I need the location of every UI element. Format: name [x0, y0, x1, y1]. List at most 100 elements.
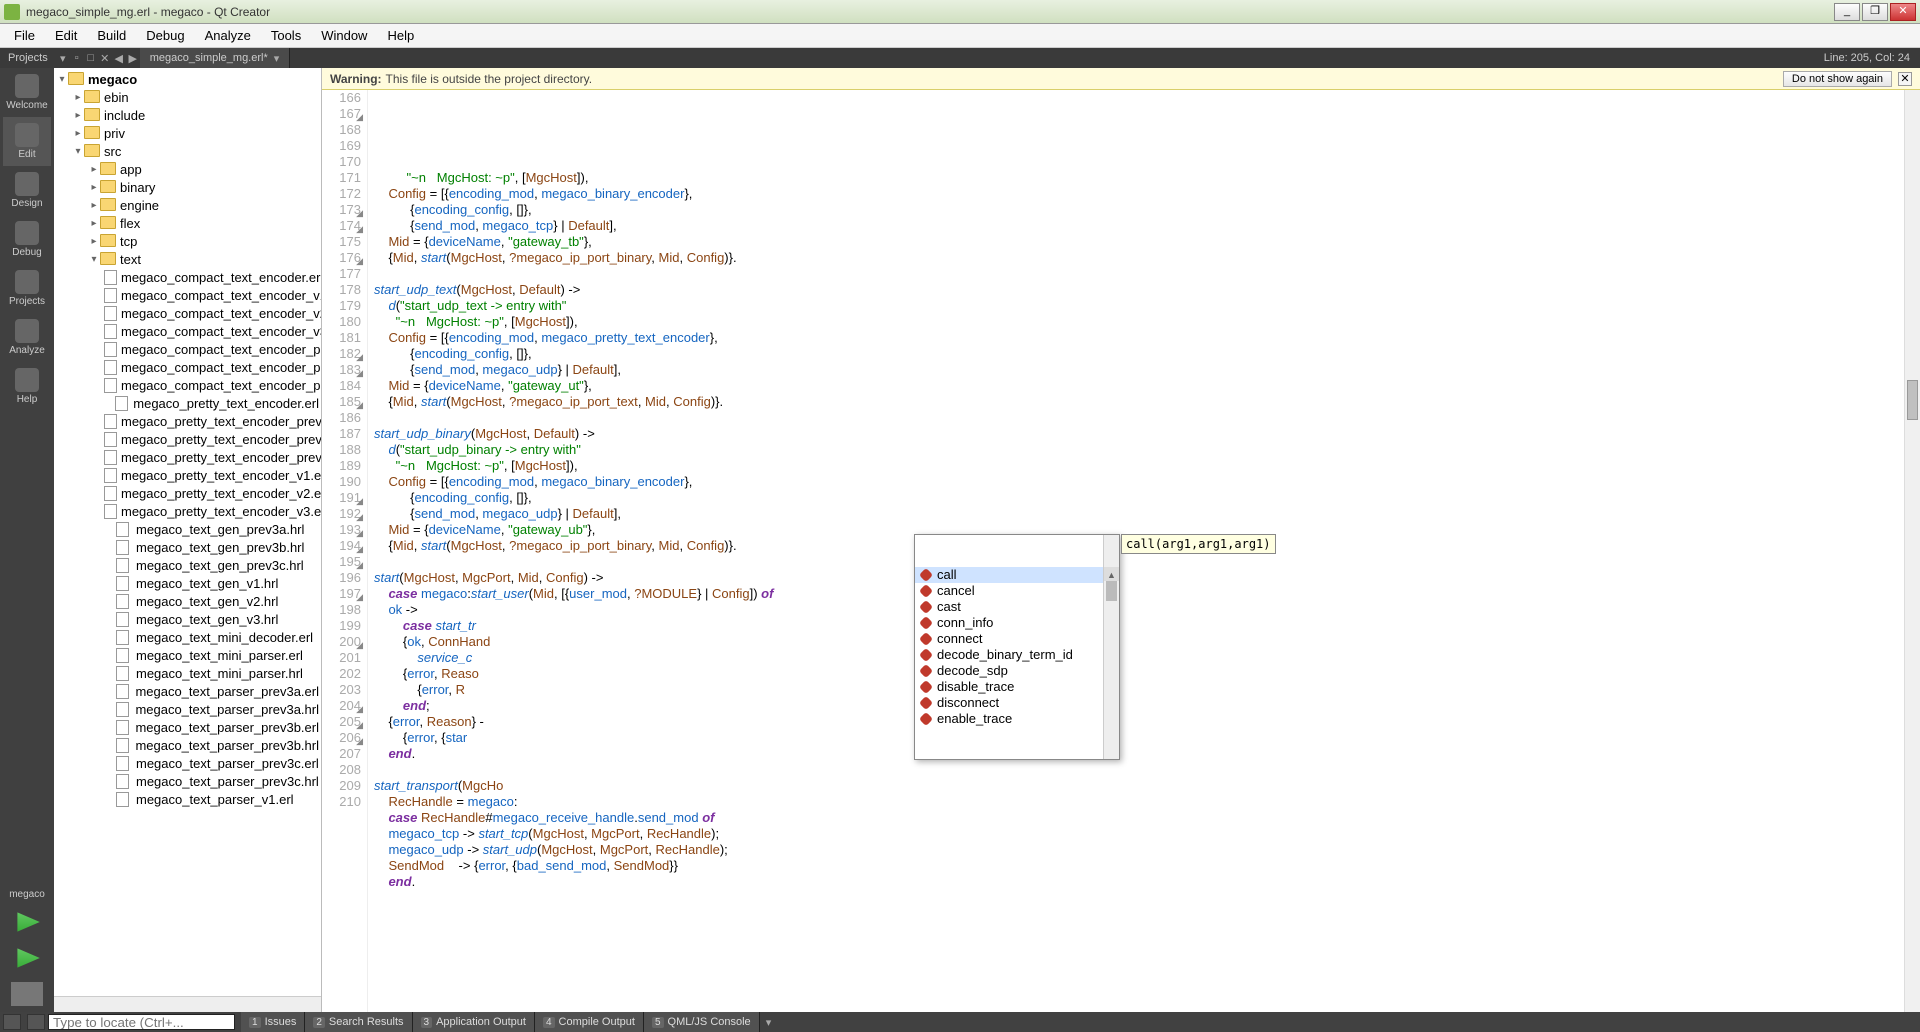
tree-folder[interactable]: ▾src	[54, 142, 321, 160]
completion-item[interactable]: cancel	[915, 583, 1119, 599]
completion-item[interactable]: disable_trace	[915, 679, 1119, 695]
tree-file[interactable]: megaco_text_mini_decoder.erl	[54, 628, 321, 646]
code-editor[interactable]: 166167◢168169170171172173◢174◢175176◢177…	[322, 90, 1920, 1012]
tree-file[interactable]: megaco_text_parser_prev3a.erl	[54, 682, 321, 700]
project-tree[interactable]: ▾megaco▸ebin▸include▸priv▾src▸app▸binary…	[54, 68, 321, 996]
pane-dropdown-icon[interactable]: ▾	[56, 52, 70, 65]
tree-folder[interactable]: ▸tcp	[54, 232, 321, 250]
output-tab-issues[interactable]: 1Issues	[241, 1012, 305, 1032]
mode-design[interactable]: Design	[3, 166, 51, 215]
editor-vscrollbar[interactable]	[1904, 90, 1920, 1012]
debug-run-button[interactable]	[11, 946, 43, 970]
build-button[interactable]	[11, 982, 43, 1006]
tree-file[interactable]: megaco_text_gen_v2.hrl	[54, 592, 321, 610]
nav-back-icon[interactable]: ◀	[112, 52, 126, 65]
tree-folder[interactable]: ▸flex	[54, 214, 321, 232]
mode-debug[interactable]: Debug	[3, 215, 51, 264]
maximize-button[interactable]: ❐	[1862, 3, 1888, 21]
output-tab-search-results[interactable]: 2Search Results	[305, 1012, 412, 1032]
nav-fwd-icon[interactable]: ▶	[126, 52, 140, 65]
code-content[interactable]: callcancelcastconn_infoconnectdecode_bin…	[368, 90, 1920, 1012]
mode-analyze[interactable]: Analyze	[3, 313, 51, 362]
minimize-button[interactable]: _	[1834, 3, 1860, 21]
menu-tools[interactable]: Tools	[261, 26, 311, 45]
pane-split-icon[interactable]: □	[84, 52, 98, 64]
tree-folder[interactable]: ▸priv	[54, 124, 321, 142]
output-dropdown-icon[interactable]: ▾	[760, 1016, 778, 1029]
mode-projects[interactable]: Projects	[3, 264, 51, 313]
line-gutter[interactable]: 166167◢168169170171172173◢174◢175176◢177…	[322, 90, 368, 1012]
tree-folder[interactable]: ▸app	[54, 160, 321, 178]
tree-file[interactable]: megaco_compact_text_encoder_prev3c.erl	[54, 376, 321, 394]
tree-file[interactable]: megaco_pretty_text_encoder_prev3a.erl	[54, 412, 321, 430]
output-tab-compile-output[interactable]: 4Compile Output	[535, 1012, 644, 1032]
tree-folder[interactable]: ▾text	[54, 250, 321, 268]
completion-item[interactable]: conn_info	[915, 615, 1119, 631]
tree-folder[interactable]: ▸engine	[54, 196, 321, 214]
tree-file[interactable]: megaco_compact_text_encoder_prev3b.erl	[54, 358, 321, 376]
tree-file[interactable]: megaco_pretty_text_encoder_v3.erl	[54, 502, 321, 520]
tree-file[interactable]: megaco_pretty_text_encoder_prev3b.erl	[54, 430, 321, 448]
tree-folder[interactable]: ▸ebin	[54, 88, 321, 106]
tree-file[interactable]: megaco_text_parser_prev3a.hrl	[54, 700, 321, 718]
tree-file[interactable]: megaco_compact_text_encoder.erl	[54, 268, 321, 286]
tree-file[interactable]: megaco_pretty_text_encoder_v2.erl	[54, 484, 321, 502]
completion-item[interactable]: disconnect	[915, 695, 1119, 711]
tree-file[interactable]: megaco_text_gen_prev3b.hrl	[54, 538, 321, 556]
sidebar-toggle-icon[interactable]	[27, 1014, 45, 1030]
tree-folder[interactable]: ▸include	[54, 106, 321, 124]
tree-file[interactable]: megaco_pretty_text_encoder_prev3c.erl	[54, 448, 321, 466]
tree-folder[interactable]: ▸binary	[54, 178, 321, 196]
menu-window[interactable]: Window	[311, 26, 377, 45]
menu-edit[interactable]: Edit	[45, 26, 87, 45]
completion-item[interactable]: call	[915, 567, 1119, 583]
tree-file[interactable]: megaco_text_parser_prev3b.erl	[54, 718, 321, 736]
tree-file[interactable]: megaco_text_gen_v3.hrl	[54, 610, 321, 628]
output-tab-qml-js-console[interactable]: 5QML/JS Console	[644, 1012, 760, 1032]
tree-file[interactable]: megaco_text_gen_prev3c.hrl	[54, 556, 321, 574]
mode-edit[interactable]: Edit	[3, 117, 51, 166]
completion-item[interactable]: decode_sdp	[915, 663, 1119, 679]
output-tab-application-output[interactable]: 3Application Output	[413, 1012, 535, 1032]
tree-file[interactable]: megaco_text_gen_v1.hrl	[54, 574, 321, 592]
menu-analyze[interactable]: Analyze	[195, 26, 261, 45]
autocomplete-popup[interactable]: callcancelcastconn_infoconnectdecode_bin…	[914, 534, 1120, 760]
pane-filter-icon[interactable]: ▫	[70, 52, 84, 64]
tree-file[interactable]: megaco_text_parser_v1.erl	[54, 790, 321, 808]
tree-file[interactable]: megaco_text_mini_parser.hrl	[54, 664, 321, 682]
tree-file[interactable]: megaco_text_parser_prev3c.erl	[54, 754, 321, 772]
output-toggle-icon[interactable]	[3, 1014, 21, 1030]
kit-selector[interactable]: megaco	[9, 885, 45, 904]
tree-file[interactable]: megaco_text_gen_prev3a.hrl	[54, 520, 321, 538]
pane-close-icon[interactable]: ✕	[98, 52, 112, 65]
menu-help[interactable]: Help	[377, 26, 424, 45]
open-document-tab[interactable]: megaco_simple_mg.erl*▾	[140, 48, 291, 68]
mode-help[interactable]: Help	[3, 362, 51, 411]
tree-file[interactable]: megaco_compact_text_encoder_v3.erl	[54, 322, 321, 340]
completion-item[interactable]: cast	[915, 599, 1119, 615]
menu-debug[interactable]: Debug	[136, 26, 194, 45]
close-button[interactable]: ✕	[1890, 3, 1916, 21]
tree-file[interactable]: megaco_pretty_text_encoder_v1.erl	[54, 466, 321, 484]
mode-welcome[interactable]: Welcome	[3, 68, 51, 117]
run-button[interactable]	[11, 910, 43, 934]
locator-input[interactable]	[48, 1014, 235, 1030]
tree-folder[interactable]: ▾megaco	[54, 70, 321, 88]
tree-file[interactable]: megaco_compact_text_encoder_v2.erl	[54, 304, 321, 322]
completion-item[interactable]: decode_binary_term_id	[915, 647, 1119, 663]
tree-hscrollbar[interactable]	[54, 996, 321, 1012]
pane-selector[interactable]: Projects	[0, 52, 56, 64]
tree-file[interactable]: megaco_text_parser_prev3b.hrl	[54, 736, 321, 754]
tree-file[interactable]: megaco_pretty_text_encoder.erl	[54, 394, 321, 412]
tree-file[interactable]: megaco_compact_text_encoder_v1.erl	[54, 286, 321, 304]
menu-file[interactable]: File	[4, 26, 45, 45]
menu-build[interactable]: Build	[87, 26, 136, 45]
warning-close-icon[interactable]: ✕	[1898, 72, 1912, 86]
popup-scrollbar[interactable]: ▲	[1103, 535, 1119, 759]
tree-file[interactable]: megaco_text_parser_prev3c.hrl	[54, 772, 321, 790]
completion-item[interactable]: enable_trace	[915, 711, 1119, 727]
tree-file[interactable]: megaco_text_mini_parser.erl	[54, 646, 321, 664]
tree-file[interactable]: megaco_compact_text_encoder_prev3a.erl	[54, 340, 321, 358]
warning-dismiss-button[interactable]: Do not show again	[1783, 71, 1892, 87]
completion-item[interactable]: connect	[915, 631, 1119, 647]
